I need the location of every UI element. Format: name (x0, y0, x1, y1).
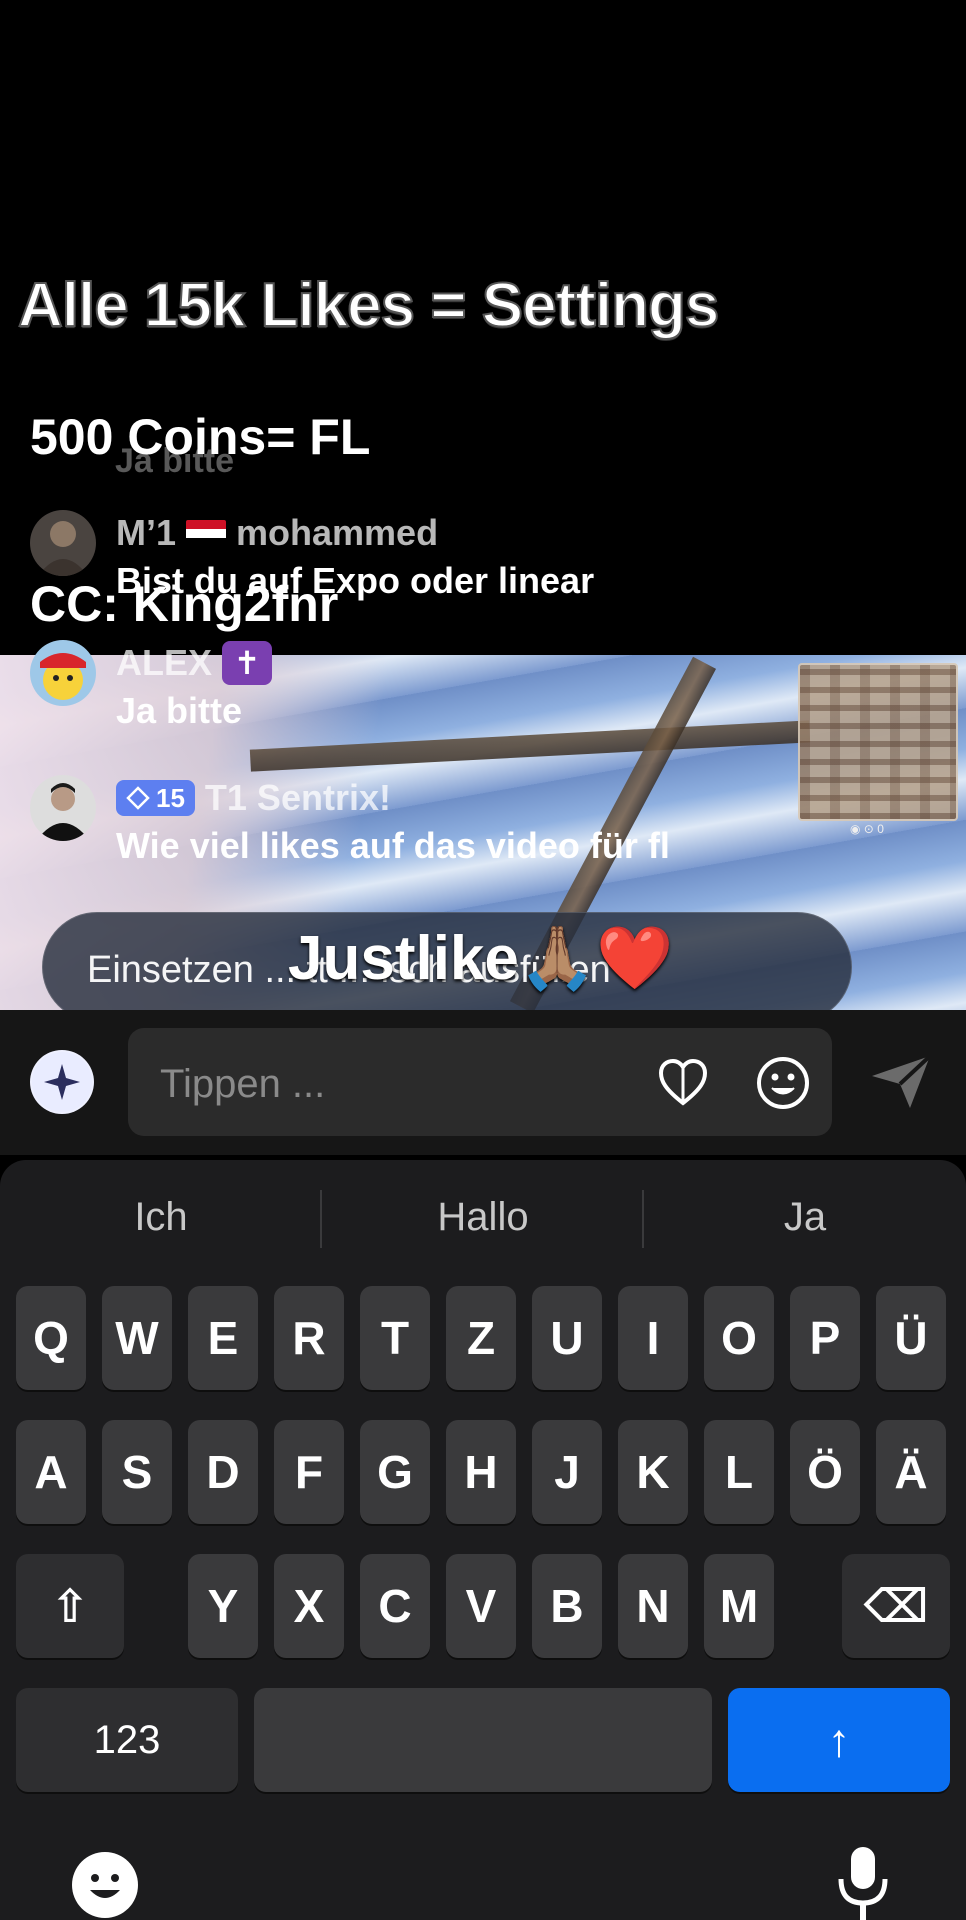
key-ae[interactable]: Ä (876, 1420, 946, 1524)
overlay-justlike-text: Justlike🙏🏽❤️ (288, 924, 674, 993)
heart-icon[interactable] (655, 1055, 711, 1111)
keyboard (0, 1160, 966, 1920)
key-r[interactable]: R (274, 1286, 344, 1390)
key-s[interactable]: S (102, 1420, 172, 1524)
key-ue[interactable]: Ü (876, 1286, 946, 1390)
iraq-flag-icon (186, 519, 227, 547)
comment-username[interactable]: T1 Sentrix! (205, 777, 391, 819)
key-oe[interactable]: Ö (790, 1420, 860, 1524)
key-x[interactable]: X (274, 1554, 344, 1658)
key-j[interactable]: J (532, 1420, 602, 1524)
key-p[interactable]: P (790, 1286, 860, 1390)
key-e[interactable]: E (188, 1286, 258, 1390)
avatar[interactable] (30, 510, 96, 576)
shift-icon: ⇧ (50, 1580, 90, 1632)
live-stream-view[interactable]: ◉ ⊙ 0 Alle 15k Likes = Settings 500 Coin… (0, 0, 966, 1010)
level-number: 15 (156, 782, 185, 813)
key-u[interactable]: U (532, 1286, 602, 1390)
keyboard-suggestion-2[interactable]: Hallo (333, 1195, 633, 1240)
backspace-icon: ⌫ (863, 1580, 929, 1632)
arrow-up-icon: ↑ (827, 1714, 851, 1766)
overlay-cc: CC: King2fnr (30, 576, 339, 632)
space-key[interactable] (254, 1688, 712, 1792)
ai-sparkle-icon[interactable] (30, 1050, 94, 1114)
suggestion-divider (320, 1190, 322, 1248)
avatar[interactable] (30, 775, 96, 841)
comment-username-suffix[interactable]: mohammed (236, 512, 438, 554)
key-q[interactable]: Q (16, 1286, 86, 1390)
emoji-icon[interactable] (755, 1055, 811, 1111)
comment-input-placeholder[interactable]: Tippen ... (160, 1062, 325, 1107)
cross-badge-icon: ✝ (222, 641, 273, 685)
numbers-key[interactable]: 123 (16, 1688, 238, 1792)
game-minimap (798, 663, 958, 821)
send-key[interactable]: ↑ (728, 1688, 950, 1792)
key-d[interactable]: D (188, 1420, 258, 1524)
minimap-stats: ◉ ⊙ 0 (850, 822, 884, 836)
comment-item[interactable]: 15 T1 Sentrix! Wie viel likes auf das vi… (30, 775, 670, 867)
comment-item[interactable]: ALEX ✝ Ja bitte (30, 640, 273, 732)
key-v[interactable]: V (446, 1554, 516, 1658)
key-y[interactable]: Y (188, 1554, 258, 1658)
send-icon[interactable] (868, 1052, 934, 1112)
key-a[interactable]: A (16, 1420, 86, 1524)
keyboard-suggestion-3[interactable]: Ja (655, 1195, 955, 1240)
key-o[interactable]: O (704, 1286, 774, 1390)
key-b[interactable]: B (532, 1554, 602, 1658)
comment-text: Ja bitte (116, 690, 243, 731)
avatar[interactable] (30, 640, 96, 706)
key-m[interactable]: M (704, 1554, 774, 1658)
level-badge: 15 (116, 780, 195, 816)
keyboard-suggestion-1[interactable]: Ich (11, 1195, 311, 1240)
key-w[interactable]: W (102, 1286, 172, 1390)
key-c[interactable]: C (360, 1554, 430, 1658)
delete-key[interactable]: ⌫ (842, 1554, 950, 1658)
key-z[interactable]: Z (446, 1286, 516, 1390)
comment-username[interactable]: ALEX (116, 642, 212, 684)
key-n[interactable]: N (618, 1554, 688, 1658)
faded-comment: Ja bitte (115, 442, 235, 480)
key-g[interactable]: G (360, 1420, 430, 1524)
key-h[interactable]: H (446, 1420, 516, 1524)
key-l[interactable]: L (704, 1420, 774, 1524)
suggestion-divider (642, 1190, 644, 1248)
microphone-icon[interactable] (835, 1845, 891, 1920)
overlay-title: Alle 15k Likes = Settings (17, 270, 720, 341)
comment-text: Wie viel likes auf das video für fl (116, 825, 670, 866)
key-i[interactable]: I (618, 1286, 688, 1390)
comment-username[interactable]: M’1 (116, 512, 176, 554)
keyboard-emoji-icon[interactable] (70, 1850, 140, 1920)
key-t[interactable]: T (360, 1286, 430, 1390)
diamond-icon (126, 786, 150, 810)
shift-key[interactable]: ⇧ (16, 1554, 124, 1658)
key-k[interactable]: K (618, 1420, 688, 1524)
key-f[interactable]: F (274, 1420, 344, 1524)
